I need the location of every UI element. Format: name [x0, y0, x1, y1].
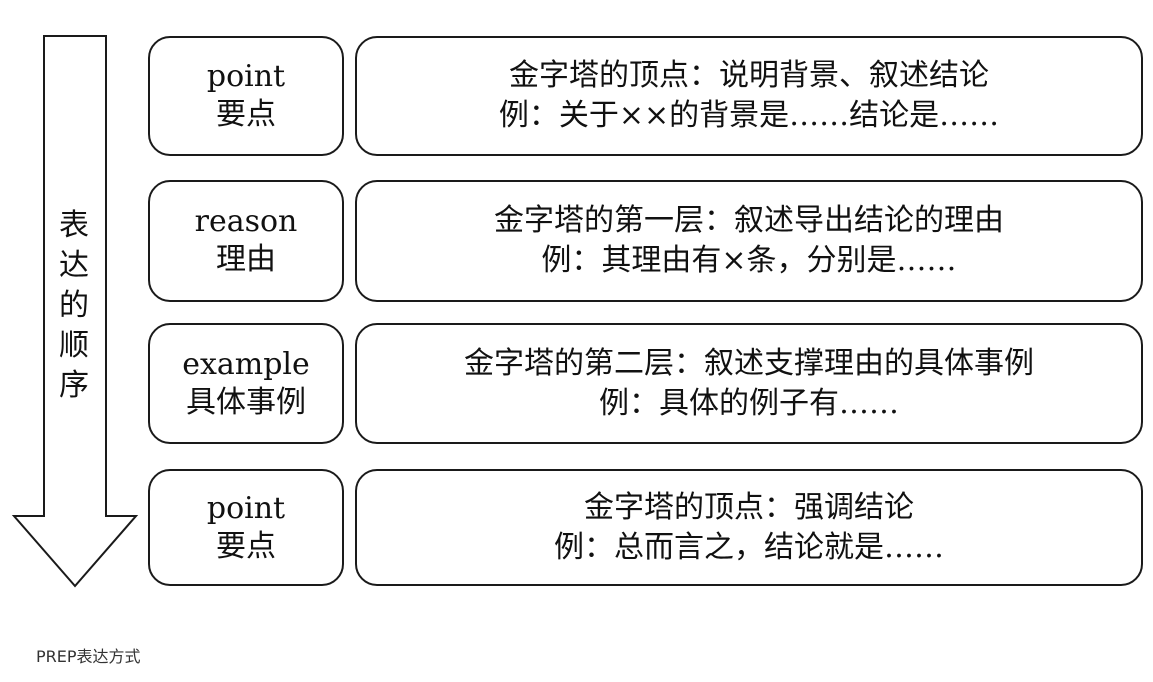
step-description-line: 金字塔的顶点：强调结论: [584, 489, 914, 525]
order-label-char: 顺: [59, 328, 89, 363]
step-label-zh: 要点: [216, 97, 276, 132]
step-description-reason: 金字塔的第一层：叙述导出结论的理由 例：其理由有×条，分别是……: [355, 180, 1143, 302]
order-label-char: 序: [59, 368, 89, 403]
step-label-en: reason: [194, 204, 298, 239]
step-label-zh: 理由: [216, 242, 276, 277]
step-example-line: 例：具体的例子有……: [599, 385, 899, 421]
step-label-en: point: [206, 59, 286, 94]
step-label-point-final: point 要点: [148, 469, 344, 586]
step-description-example: 金字塔的第二层：叙述支撑理由的具体事例 例：具体的例子有……: [355, 323, 1143, 444]
order-label-char: 的: [59, 288, 89, 323]
step-label-example: example 具体事例: [148, 323, 344, 444]
step-label-point: point 要点: [148, 36, 344, 156]
step-description-point: 金字塔的顶点：说明背景、叙述结论 例：关于××的背景是……结论是……: [355, 36, 1143, 156]
order-label: 表 达 的 顺 序: [44, 206, 104, 406]
step-description-line: 金字塔的第二层：叙述支撑理由的具体事例: [464, 345, 1034, 381]
step-label-zh: 具体事例: [186, 384, 306, 420]
step-description-line: 金字塔的顶点：说明背景、叙述结论: [509, 58, 989, 93]
step-label-zh: 要点: [216, 528, 276, 564]
step-example-line: 例：关于××的背景是……结论是……: [498, 98, 1000, 133]
order-label-char: 达: [59, 248, 89, 283]
step-description-line: 金字塔的第一层：叙述导出结论的理由: [494, 203, 1004, 238]
step-example-line: 例：其理由有×条，分别是……: [541, 243, 957, 278]
step-description-point-final: 金字塔的顶点：强调结论 例：总而言之，结论就是……: [355, 469, 1143, 586]
order-label-char: 表: [59, 208, 89, 243]
step-label-en: point: [206, 490, 286, 526]
figure-caption: PREP表达方式: [36, 647, 141, 666]
step-example-line: 例：总而言之，结论就是……: [554, 529, 944, 565]
step-label-en: example: [182, 346, 310, 382]
step-label-reason: reason 理由: [148, 180, 344, 302]
